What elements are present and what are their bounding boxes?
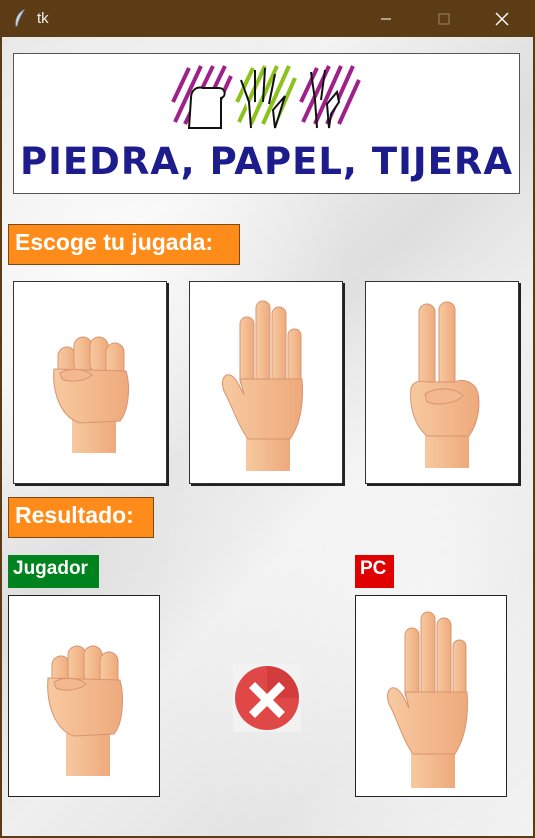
choose-label: Escoge tu jugada: bbox=[8, 224, 240, 265]
three-hands-icon bbox=[171, 65, 361, 129]
open-hand-icon bbox=[222, 300, 303, 471]
feather-icon bbox=[15, 9, 26, 27]
fist-icon bbox=[47, 645, 123, 776]
banner-title: PIEDRA, PAPEL, TIJERA bbox=[19, 140, 514, 183]
choice-tijera-button[interactable] bbox=[365, 281, 519, 484]
choice-piedra-button[interactable] bbox=[13, 281, 167, 484]
minimize-button[interactable] bbox=[357, 0, 415, 37]
window-title: tk bbox=[37, 10, 49, 27]
fist-icon bbox=[53, 336, 129, 453]
player-choice-display bbox=[8, 595, 160, 797]
minimize-icon bbox=[381, 18, 391, 19]
close-button[interactable] bbox=[473, 0, 531, 37]
victory-hand-icon bbox=[410, 301, 480, 468]
pc-choice-display bbox=[355, 595, 507, 797]
window-titlebar: tk bbox=[0, 0, 535, 37]
player-label: Jugador bbox=[8, 555, 99, 588]
lose-x-icon bbox=[233, 664, 301, 732]
maximize-button[interactable] bbox=[415, 0, 473, 37]
choice-papel-button[interactable] bbox=[189, 281, 343, 484]
title-banner: PIEDRA, PAPEL, TIJERA bbox=[13, 53, 520, 194]
maximize-icon bbox=[438, 13, 450, 24]
app-canvas: PIEDRA, PAPEL, TIJERA Escoge tu jugada: bbox=[2, 37, 533, 836]
result-label: Resultado: bbox=[8, 497, 154, 538]
open-hand-icon bbox=[387, 611, 468, 788]
pc-label: PC bbox=[355, 555, 394, 588]
close-icon bbox=[495, 12, 509, 25]
